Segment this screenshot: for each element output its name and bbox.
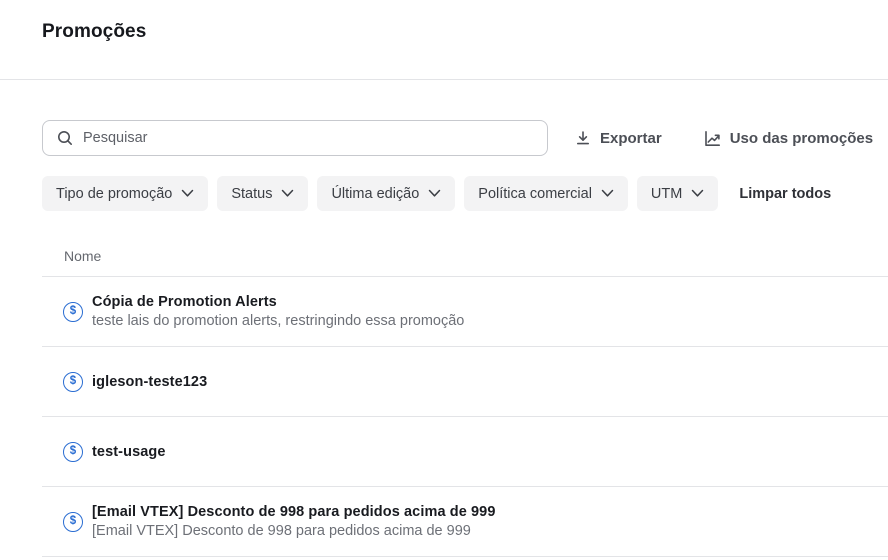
filter-chip-trade-policy[interactable]: Política comercial [464,176,628,211]
promotions-table: Nome $ Cópia de Promotion Alerts teste l… [42,236,888,557]
toolbar: Exportar Uso das promoções [42,120,888,156]
filter-chip-label: Tipo de promoção [56,186,172,202]
promotion-name: test-usage [92,444,166,460]
filter-chip-label: Última edição [331,186,419,202]
filter-chip-last-edited[interactable]: Última edição [317,176,455,211]
table-row[interactable]: $ igleson-teste123 [42,347,888,417]
table-row[interactable]: $ test-usage [42,417,888,487]
dollar-circle-icon: $ [63,302,83,322]
search-box[interactable] [42,120,548,156]
table-row[interactable]: $ [Email VTEX] Desconto de 998 para pedi… [42,487,888,557]
chevron-down-icon [181,189,194,198]
line-chart-icon [704,130,721,147]
chevron-down-icon [281,189,294,198]
export-button[interactable]: Exportar [575,130,662,147]
chevron-down-icon [601,189,614,198]
filter-chip-label: Status [231,186,272,202]
clear-all-filters-button[interactable]: Limpar todos [739,186,831,202]
promotion-name: igleson-teste123 [92,374,207,390]
table-row[interactable]: $ Cópia de Promotion Alerts teste lais d… [42,277,888,347]
filter-chip-label: Política comercial [478,186,592,202]
search-icon [57,130,73,146]
promotion-description: [Email VTEX] Desconto de 998 para pedido… [92,523,496,539]
promotion-description: teste lais do promotion alerts, restring… [92,313,464,329]
chevron-down-icon [691,189,704,198]
column-header-nome: Nome [42,236,888,277]
promotions-usage-label: Uso das promoções [730,130,873,147]
page-header: Promoções [0,0,888,80]
promotion-name: [Email VTEX] Desconto de 998 para pedido… [92,504,496,520]
dollar-circle-icon: $ [63,512,83,532]
search-input[interactable] [83,130,535,146]
dollar-circle-icon: $ [63,372,83,392]
filter-chip-utm[interactable]: UTM [637,176,718,211]
promotions-usage-button[interactable]: Uso das promoções [704,130,873,147]
download-icon [575,130,591,146]
export-label: Exportar [600,130,662,147]
filter-chip-promotion-type[interactable]: Tipo de promoção [42,176,208,211]
filter-chip-status[interactable]: Status [217,176,308,211]
promotion-name: Cópia de Promotion Alerts [92,294,464,310]
chevron-down-icon [428,189,441,198]
dollar-circle-icon: $ [63,442,83,462]
filter-chip-label: UTM [651,186,682,202]
page-title: Promoções [42,21,888,43]
filter-bar: Tipo de promoção Status Última edição Po… [42,176,888,211]
